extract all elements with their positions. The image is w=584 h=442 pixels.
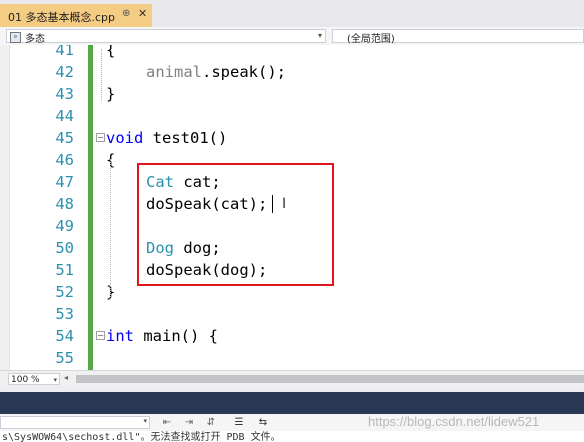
watermark: https://blog.csdn.net/lidew521 xyxy=(368,414,540,429)
indent-guide xyxy=(101,49,102,101)
chevron-down-icon: ▾ xyxy=(53,376,57,384)
code-text: } xyxy=(106,83,115,105)
line-number: 55 xyxy=(55,349,74,367)
code-text: animal.speak(); xyxy=(146,61,286,83)
code-token: animal xyxy=(146,63,202,81)
find-previous-icon[interactable]: ⇤ xyxy=(160,416,174,429)
code-text: void test01() xyxy=(106,127,227,149)
chevron-down-icon: ▾ xyxy=(317,31,322,40)
scope-value: 多态 xyxy=(25,34,45,45)
code-line[interactable]: 41 { xyxy=(0,45,584,61)
line-number: 52 xyxy=(55,283,74,301)
code-token: { xyxy=(106,45,116,59)
code-line[interactable]: 45 − void test01() xyxy=(0,127,584,149)
tab-file[interactable]: 01 多态基本概念.cpp ⊕ ✕ xyxy=(0,4,152,27)
horizontal-scrollbar-thumb[interactable] xyxy=(76,375,584,383)
navigation-bar: ⚬ 多态 ▾ (全局范围) xyxy=(0,27,584,46)
line-number: 45 xyxy=(55,129,74,147)
close-icon[interactable]: ✕ xyxy=(138,7,147,20)
line-number: 47 xyxy=(55,173,74,191)
scope-dropdown[interactable]: ⚬ 多态 ▾ xyxy=(6,29,326,45)
range-dropdown[interactable]: (全局范围) xyxy=(332,29,584,45)
output-pane: s\SysWOW64\sechost.dll"。无法查找或打开 PDB 文件。 xyxy=(0,431,584,442)
horizontal-scrollbar-area: 100 % ▾ ◂ xyxy=(0,370,584,387)
fold-icon[interactable]: − xyxy=(96,133,105,142)
text-caret xyxy=(272,195,273,213)
output-panel-header xyxy=(0,392,584,414)
line-number: 43 xyxy=(55,85,74,103)
code-text: int main() { xyxy=(106,325,218,347)
line-number: 53 xyxy=(55,305,74,323)
tab-title: 01 多态基本概念.cpp xyxy=(8,11,116,24)
pin-icon[interactable]: ⊕ xyxy=(122,8,130,19)
output-text: s\SysWOW64\sechost.dll"。无法查找或打开 PDB 文件。 xyxy=(2,432,281,442)
tab-bar: 01 多态基本概念.cpp ⊕ ✕ xyxy=(0,0,584,29)
code-line[interactable]: 55 xyxy=(0,347,584,369)
clear-all-icon[interactable]: ☰ xyxy=(232,416,246,429)
fold-icon[interactable]: − xyxy=(96,331,105,340)
indent-guide xyxy=(110,159,111,299)
code-editor[interactable]: 41{42 animal.speak(); 43} 44 45− void test01(… xyxy=(0,45,584,370)
chevron-down-icon: ▾ xyxy=(143,417,147,425)
line-number: 54 xyxy=(55,327,74,345)
line-number: 49 xyxy=(55,217,74,235)
code-token: .speak(); xyxy=(202,63,286,81)
zoom-dropdown[interactable]: 100 % ▾ xyxy=(8,373,60,385)
code-token: main() { xyxy=(134,327,218,345)
scroll-left-icon[interactable]: ◂ xyxy=(64,373,68,382)
code-line[interactable]: 54 − int main() { xyxy=(0,325,584,347)
line-number: 48 xyxy=(55,195,74,213)
code-token: int xyxy=(106,327,134,345)
highlight-box xyxy=(137,163,334,286)
output-source-dropdown[interactable]: ▾ xyxy=(0,416,150,429)
line-number: 51 xyxy=(55,261,74,279)
goto-icon[interactable]: ⇵ xyxy=(204,416,218,429)
code-line[interactable]: 43} xyxy=(0,83,584,105)
code-line[interactable]: 42 animal.speak(); xyxy=(0,61,584,83)
class-icon: ⚬ xyxy=(10,32,21,43)
line-number: 46 xyxy=(55,151,74,169)
code-token: } xyxy=(106,85,116,103)
word-wrap-icon[interactable]: ⇆ xyxy=(256,416,270,429)
text-cursor-icon: I xyxy=(282,196,287,212)
range-value: (全局范围) xyxy=(347,34,395,45)
code-line[interactable]: 44 xyxy=(0,105,584,127)
code-token: test01() xyxy=(143,129,228,147)
find-next-icon[interactable]: ⇥ xyxy=(182,416,196,429)
line-number: 50 xyxy=(55,239,74,257)
line-number: 44 xyxy=(55,107,74,125)
code-text: { xyxy=(106,45,115,61)
code-token: void xyxy=(106,129,144,147)
zoom-value: 100 % xyxy=(11,375,40,385)
line-number: 42 xyxy=(55,63,74,81)
line-number: 41 xyxy=(55,45,74,59)
code-line[interactable]: 53 xyxy=(0,303,584,325)
